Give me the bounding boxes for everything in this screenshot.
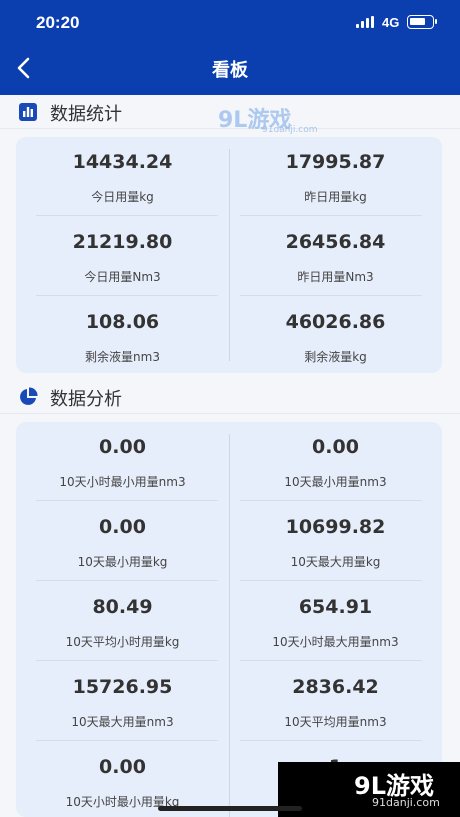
- analysis-cell: 15726.95 10天最大用量nm3: [16, 662, 229, 742]
- analysis-value: 0.00: [99, 436, 146, 458]
- stat-label: 昨日用量Nm3: [297, 270, 374, 284]
- stat-label: 剩余液量nm3: [85, 350, 160, 364]
- stat-label: 昨日用量kg: [304, 190, 367, 204]
- pie-chart-icon: [20, 387, 38, 405]
- stat-label: 今日用量Nm3: [84, 270, 161, 284]
- signal-icon: [356, 16, 376, 28]
- analysis-label: 10天小时最大用量nm3: [272, 635, 399, 649]
- analysis-value: 10699.82: [285, 516, 386, 538]
- analysis-cell: 0.00 10天小时最小用量nm3: [16, 422, 229, 502]
- analysis-label: 10天小时最小用量nm3: [59, 475, 186, 489]
- stat-value: 14434.24: [72, 151, 173, 173]
- stat-value: 46026.86: [285, 311, 386, 333]
- analysis-value: 80.49: [92, 596, 153, 618]
- analysis-label: 10天平均小时用量kg: [65, 635, 180, 649]
- analysis-label: 10天最小用量kg: [77, 555, 168, 569]
- analysis-value: 0.00: [99, 756, 146, 778]
- stat-label: 剩余液量kg: [304, 350, 367, 364]
- stat-cell-remaining-kg: 46026.86 剩余液量kg: [229, 297, 442, 373]
- analysis-cell: 10699.82 10天最大用量kg: [229, 502, 442, 582]
- analysis-section-header: 数据分析: [0, 380, 460, 414]
- stat-cell-yesterday-kg: 17995.87 昨日用量kg: [229, 137, 442, 217]
- stat-cell-remaining-nm3: 108.06 剩余液量nm3: [16, 297, 229, 373]
- analysis-cell: 80.49 10天平均小时用量kg: [16, 582, 229, 662]
- analysis-value: 2836.42: [292, 676, 379, 698]
- battery-fill: [410, 18, 425, 25]
- analysis-value: 654.91: [298, 596, 373, 618]
- network-type: 4G: [382, 15, 400, 30]
- top-bar: 20:20 4G 看板: [0, 0, 460, 95]
- home-indicator[interactable]: [158, 806, 302, 811]
- status-time: 20:20: [36, 13, 80, 32]
- analysis-card: 0.00 10天小时最小用量nm3 0.00 10天最小用量nm3 0.00 1…: [16, 422, 442, 817]
- watermark-logo-bottom: 9L游戏 91danji.com: [278, 762, 460, 817]
- analysis-cell: 2836.42 10天平均用量nm3: [229, 662, 442, 742]
- watermark-site-text: 91danji.com: [372, 796, 440, 809]
- analysis-cell: 654.91 10天小时最大用量nm3: [229, 582, 442, 662]
- status-bar: 20:20 4G: [0, 0, 460, 46]
- stats-card: 14434.24 今日用量kg 17995.87 昨日用量kg 21219.80…: [16, 137, 442, 373]
- stats-section-title: 数据统计: [50, 104, 122, 125]
- analysis-value: 0.00: [99, 516, 146, 538]
- stat-value: 21219.80: [72, 231, 173, 253]
- stat-cell-today-nm3: 21219.80 今日用量Nm3: [16, 217, 229, 297]
- analysis-cell: 0.00 10天最小用量kg: [16, 502, 229, 582]
- stat-label: 今日用量kg: [91, 190, 154, 204]
- bar-chart-icon: [19, 103, 37, 121]
- analysis-label: 10天最小用量nm3: [284, 475, 387, 489]
- analysis-label: 10天平均用量nm3: [284, 715, 387, 729]
- analysis-value: 15726.95: [72, 676, 173, 698]
- battery-icon: [407, 15, 437, 29]
- stat-value: 108.06: [85, 311, 160, 333]
- stat-cell-yesterday-nm3: 26456.84 昨日用量Nm3: [229, 217, 442, 297]
- analysis-value: 0.00: [312, 436, 359, 458]
- page-title: 看板: [212, 60, 248, 81]
- analysis-section-title: 数据分析: [50, 389, 122, 410]
- analysis-cell: 0.00 10天最小用量nm3: [229, 422, 442, 502]
- stat-value: 17995.87: [285, 151, 386, 173]
- analysis-label: 10天最大用量kg: [290, 555, 381, 569]
- stat-cell-today-kg: 14434.24 今日用量kg: [16, 137, 229, 217]
- analysis-label: 10天最大用量nm3: [71, 715, 174, 729]
- stat-value: 26456.84: [285, 231, 386, 253]
- watermark-logo-top: 9L游戏 91danji.com: [218, 108, 318, 135]
